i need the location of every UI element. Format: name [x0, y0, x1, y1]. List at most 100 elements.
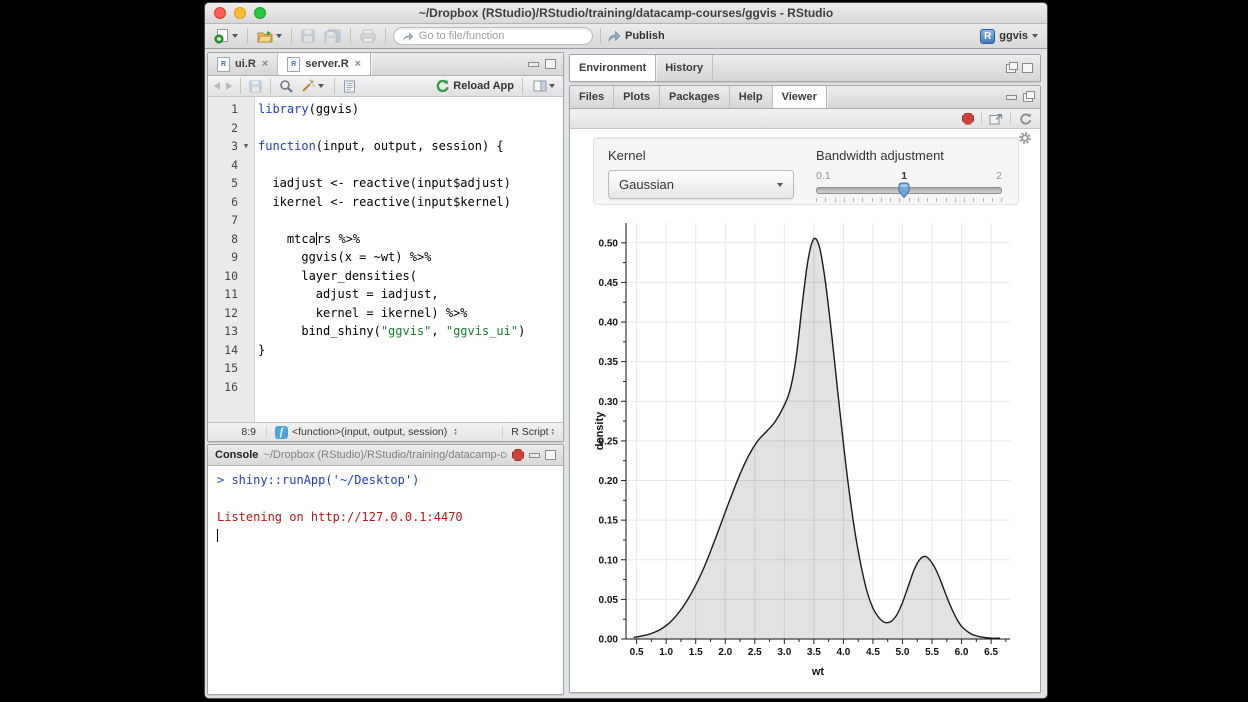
svg-text:0.50: 0.50	[599, 238, 619, 249]
svg-text:0.5: 0.5	[630, 647, 644, 658]
chevron-down-icon	[232, 34, 238, 38]
minimize-pane-icon[interactable]	[529, 453, 540, 458]
close-tab-icon[interactable]: ×	[355, 58, 361, 70]
tab-label: ui.R	[235, 58, 256, 70]
line-number: 1	[208, 100, 238, 119]
save-button[interactable]	[299, 28, 317, 44]
scope-selector[interactable]: f <function>(input, output, session) ▲▼	[267, 426, 502, 439]
tab-label: Help	[739, 91, 763, 103]
code-text: library(ggvis)	[254, 100, 359, 119]
titlebar: ~/Dropbox (RStudio)/RStudio/training/dat…	[205, 3, 1047, 24]
slider-tick	[816, 198, 817, 202]
line-number: 6	[208, 193, 238, 212]
code-line: 7	[208, 211, 563, 230]
fold-column	[238, 378, 254, 397]
save-icon[interactable]	[249, 80, 262, 93]
tab-plots[interactable]: Plots	[614, 86, 660, 108]
tab-label: Viewer	[782, 91, 817, 103]
back-icon[interactable]	[214, 82, 220, 90]
svg-text:0.20: 0.20	[599, 476, 619, 487]
console-cursor	[217, 527, 554, 546]
tab-packages[interactable]: Packages	[660, 86, 730, 108]
traffic-lights	[214, 7, 266, 19]
code-text: ikernel <- reactive(input$kernel)	[254, 193, 511, 212]
refresh-icon[interactable]	[1018, 112, 1032, 125]
code-text	[254, 156, 258, 175]
open-in-new-window-icon[interactable]	[989, 113, 1003, 125]
slider-tick	[844, 198, 845, 202]
save-all-button[interactable]	[322, 28, 343, 44]
code-line: 6 ikernel <- reactive(input$kernel)	[208, 193, 563, 212]
code-line: 5 iadjust <- reactive(input$adjust)	[208, 174, 563, 193]
minimize-pane-icon[interactable]	[1006, 95, 1017, 100]
file-type-selector[interactable]: R Script ▲▼	[502, 426, 563, 438]
maximize-pane-icon[interactable]	[545, 450, 556, 460]
forward-icon[interactable]	[226, 82, 232, 90]
chevron-down-icon	[1032, 34, 1038, 38]
tab-server-r[interactable]: R server.R ×	[278, 53, 371, 75]
pane-layout-button[interactable]	[531, 79, 557, 93]
minimize-window-button[interactable]	[234, 7, 246, 19]
save-icon	[301, 29, 315, 43]
publish-button[interactable]: Publish	[608, 30, 665, 42]
save-all-icon	[324, 29, 341, 43]
viewer-tabbar: Files Plots Packages Help Viewer	[570, 86, 1040, 109]
line-number: 8	[208, 230, 238, 249]
fold-column	[238, 230, 254, 249]
console-output[interactable]: > shiny::runApp('~/Desktop') Listening o…	[208, 466, 563, 550]
line-number: 16	[208, 378, 238, 397]
chevron-down-icon	[318, 84, 324, 88]
code-text: }	[254, 341, 265, 360]
svg-text:6.5: 6.5	[984, 647, 998, 658]
tab-help[interactable]: Help	[730, 86, 773, 108]
fold-column	[238, 304, 254, 323]
goto-file-field[interactable]	[393, 27, 593, 45]
console-working-dir: ~/Dropbox (RStudio)/RStudio/training/dat…	[263, 449, 507, 461]
bandwidth-slider[interactable]: 0.1 1 2	[816, 170, 1002, 202]
restore-pane-icon[interactable]	[1023, 93, 1033, 102]
zoom-window-button[interactable]	[254, 7, 266, 19]
code-editor[interactable]: 1library(ggvis)23▼function(input, output…	[208, 97, 563, 427]
close-window-button[interactable]	[214, 7, 226, 19]
console-header: Console ~/Dropbox (RStudio)/RStudio/trai…	[208, 445, 563, 466]
new-file-button[interactable]	[212, 27, 240, 45]
tab-environment[interactable]: Environment	[570, 55, 656, 81]
slider-tick	[936, 198, 937, 202]
compile-notebook-icon[interactable]	[343, 80, 356, 93]
slider-handle[interactable]	[897, 182, 911, 199]
tab-ui-r[interactable]: R ui.R ×	[208, 53, 278, 75]
project-selector[interactable]: R ggvis	[980, 29, 1040, 44]
line-number: 5	[208, 174, 238, 193]
code-line: 1 library(ggvis)	[208, 100, 563, 119]
maximize-pane-icon[interactable]	[1022, 63, 1033, 73]
code-line: 12 kernel = ikernel) %>%	[208, 304, 563, 323]
fold-column	[238, 322, 254, 341]
goto-file-input[interactable]	[417, 29, 584, 43]
maximize-pane-icon[interactable]	[545, 59, 556, 69]
slider-track[interactable]	[816, 187, 1002, 194]
code-text	[254, 119, 258, 138]
code-text: function(input, output, session) {	[254, 137, 504, 156]
tab-files[interactable]: Files	[570, 86, 614, 108]
open-file-button[interactable]	[255, 28, 284, 45]
tab-viewer[interactable]: Viewer	[773, 86, 827, 108]
slider-tick	[992, 198, 993, 202]
reload-app-button[interactable]: Reload App	[435, 79, 514, 93]
minimize-pane-icon[interactable]	[528, 62, 539, 67]
gear-icon[interactable]	[1018, 131, 1032, 145]
kernel-dropdown[interactable]: Gaussian	[608, 170, 794, 199]
slider-tick	[973, 198, 974, 202]
tab-label: Environment	[579, 62, 646, 74]
restore-pane-icon[interactable]	[1006, 64, 1016, 73]
tab-history[interactable]: History	[656, 55, 713, 81]
tab-label: Files	[579, 91, 604, 103]
interrupt-stop-icon[interactable]	[512, 449, 524, 461]
svg-text:2.5: 2.5	[748, 647, 762, 658]
search-icon[interactable]	[279, 79, 293, 93]
stop-app-icon[interactable]	[962, 113, 974, 125]
fold-arrow-icon[interactable]: ▼	[238, 137, 254, 156]
print-button[interactable]	[358, 28, 378, 44]
svg-text:5.0: 5.0	[896, 647, 910, 658]
close-tab-icon[interactable]: ×	[262, 58, 268, 70]
code-tools-button[interactable]	[299, 78, 326, 94]
